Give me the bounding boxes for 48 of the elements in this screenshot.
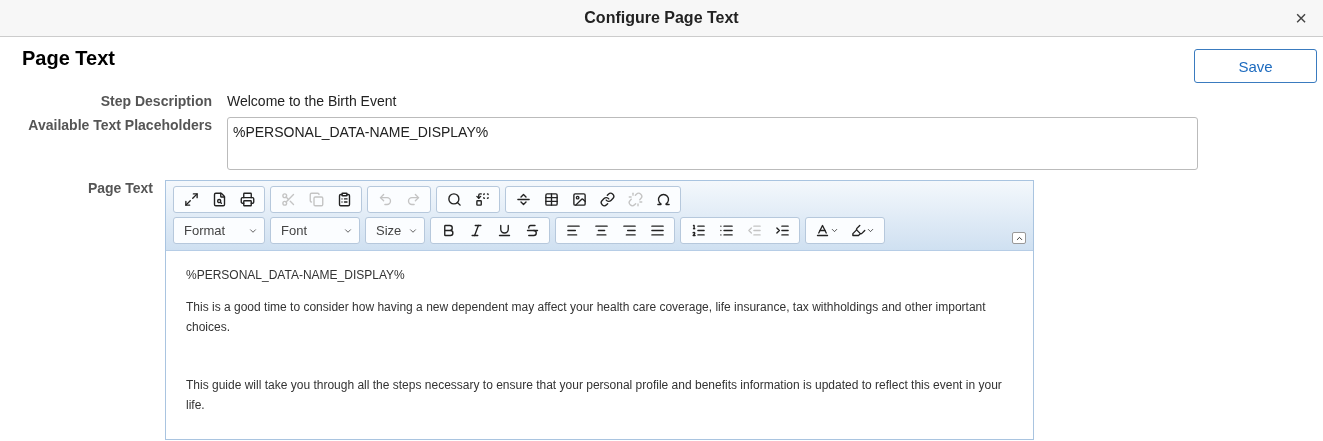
caret-icon <box>866 226 875 235</box>
search-icon <box>446 192 462 207</box>
field-label: Available Text Placeholders <box>27 117 213 133</box>
align-left-icon <box>565 223 581 238</box>
caret-icon <box>830 226 839 235</box>
preview-icon <box>211 192 227 207</box>
indent-icon <box>774 223 790 238</box>
bulleted-list-icon <box>718 223 734 238</box>
editor-paragraph: %PERSONAL_DATA-NAME_DISPLAY% <box>186 267 406 284</box>
unlink-icon <box>627 192 643 207</box>
maximize-icon <box>183 192 199 207</box>
outdent-icon <box>746 223 762 238</box>
field-label: Step Description <box>99 93 213 109</box>
print-icon <box>239 192 255 207</box>
italic-icon <box>468 223 484 238</box>
copy-icon <box>308 192 324 207</box>
field-label: Page Text <box>86 180 154 196</box>
justify-icon <box>649 223 665 238</box>
replace-icon <box>474 192 490 207</box>
dropdown[interactable]: Font <box>270 217 360 244</box>
rich-text-editor[interactable] <box>165 180 1034 440</box>
collapse-toolbar-button[interactable] <box>1012 232 1026 244</box>
link-icon <box>599 192 615 207</box>
field-value: Welcome to the Birth Event <box>227 93 397 109</box>
image-icon <box>571 192 587 207</box>
underline-icon <box>496 223 512 238</box>
clipboard-icon <box>336 192 352 207</box>
editor-paragraph: This guide will take you through all the steps necessary to ensure that your personal profile and benefits information is updated to reflect this event in your life. <box>186 377 1003 414</box>
page-heading: Page Text <box>22 47 115 71</box>
editor-paragraph: This is a good time to consider how having a new dependent may affect your health care coverage, life insurance, tax withholdings and other important choices. <box>186 299 987 336</box>
undo-icon <box>377 192 393 207</box>
dropdown[interactable]: Size <box>365 217 425 244</box>
numbered-list-icon <box>690 223 706 238</box>
background-color-icon <box>851 223 866 238</box>
horizontal-rule-icon <box>515 192 531 207</box>
window-title: Configure Page Text <box>584 9 739 27</box>
dropdown[interactable]: Format <box>173 217 265 244</box>
save-button[interactable]: Save <box>1194 49 1317 83</box>
redo-icon <box>405 192 421 207</box>
scissors-icon <box>280 192 296 207</box>
strikethrough-icon <box>524 223 540 238</box>
placeholders-field[interactable]: %PERSONAL_DATA-NAME_DISPLAY% <box>227 117 1198 170</box>
align-right-icon <box>621 223 637 238</box>
close-button[interactable]: × <box>1291 7 1311 30</box>
align-center-icon <box>593 223 609 238</box>
omega-icon <box>655 192 671 207</box>
table-icon <box>543 192 559 207</box>
text-color-icon <box>815 223 830 238</box>
